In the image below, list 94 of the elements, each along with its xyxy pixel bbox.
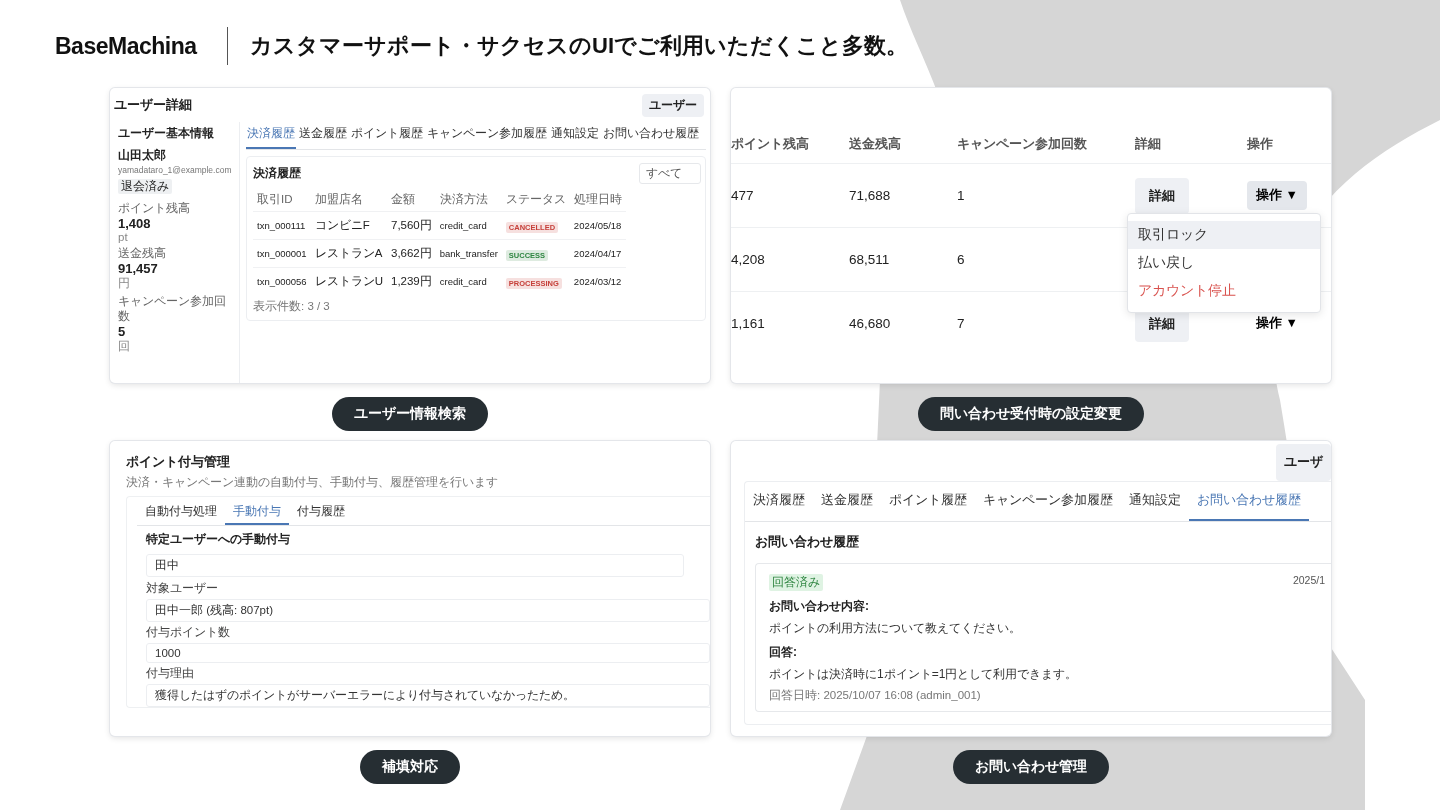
answer-meta: 回答日時: 2025/10/07 16:08 (admin_001) xyxy=(769,688,982,703)
table-cell: 477 xyxy=(731,163,849,228)
column-header: ステータス xyxy=(501,188,570,212)
table-cell: 4,208 xyxy=(731,227,849,292)
slide-title: カスタマーサポート・サクセスのUIでご利用いただくこと多数。 xyxy=(250,32,908,60)
tab[interactable]: 送金履歴 xyxy=(813,482,881,521)
stat-unit: 円 xyxy=(118,276,131,291)
table-cell: credit_card xyxy=(435,211,502,240)
page-subtitle: 決済・キャンペーン連動の自動付与、手動付与、履歴管理を行います xyxy=(126,475,499,490)
table-cell: txn_000111 xyxy=(253,211,311,240)
section-title: ユーザー基本情報 xyxy=(118,126,215,141)
filter-select[interactable]: すべて xyxy=(639,163,701,184)
column-header: 決済方法 xyxy=(435,188,502,212)
stat-value: 1,408 xyxy=(118,216,152,231)
column-header: 加盟店名 xyxy=(310,188,387,212)
column-header: 処理日時 xyxy=(569,188,626,212)
field-label: 付与ポイント数 xyxy=(146,625,231,640)
user-email: yamadataro_1@example.com xyxy=(118,165,233,175)
table-cell: コンビニF xyxy=(310,211,387,240)
column-header: 取引ID xyxy=(253,188,311,212)
field-label: 回答: xyxy=(769,644,798,661)
tab[interactable]: 付与履歴 xyxy=(289,499,353,525)
caption-label: お問い合わせ管理 xyxy=(953,750,1109,784)
user-name: 山田太郎 xyxy=(118,147,167,164)
row-count: 表示件数: 3 / 3 xyxy=(253,299,331,314)
tab[interactable]: 送金履歴 xyxy=(298,122,348,149)
tab[interactable]: 通知設定 xyxy=(550,122,600,149)
input-field[interactable]: 獲得したはずのポイントがサーバーエラーにより付与されていなかったため。 xyxy=(146,684,710,707)
status-badge: 回答済み xyxy=(769,574,823,591)
column-header: ポイント残高 xyxy=(731,130,849,164)
table-cell: 68,511 xyxy=(849,227,957,292)
detail-button[interactable]: 詳細 xyxy=(1135,177,1189,214)
status-badge: 退会済み xyxy=(118,179,172,194)
user-button[interactable]: ユーザ xyxy=(1276,444,1331,481)
column-header: 送金残高 xyxy=(849,130,957,164)
column-header: 詳細 xyxy=(1135,130,1247,164)
tab[interactable]: ポイント履歴 xyxy=(881,482,975,521)
tab[interactable]: ポイント履歴 xyxy=(350,122,424,149)
stat-label: キャンペーン参加回数 xyxy=(118,294,227,324)
tab[interactable]: お問い合わせ履歴 xyxy=(1189,482,1309,521)
table-cell: txn_000001 xyxy=(253,239,311,268)
table-cell: credit_card xyxy=(435,267,502,295)
page-title: ユーザー詳細 xyxy=(114,96,192,114)
stat-value: 5 xyxy=(118,324,127,339)
table-cell: 1,239円 xyxy=(387,267,436,295)
stat-value: 91,457 xyxy=(118,261,159,276)
tab[interactable]: 通知設定 xyxy=(1121,482,1189,521)
section-title: お問い合わせ履歴 xyxy=(755,534,860,551)
stat-unit: 回 xyxy=(118,339,131,354)
table-cell: 71,688 xyxy=(849,163,957,228)
field-label: お問い合わせ内容: xyxy=(769,598,870,615)
table-cell: 2024/05/18 xyxy=(569,211,626,240)
logo: BaseMachina xyxy=(55,32,197,60)
table-cell: txn_000056 xyxy=(253,267,311,295)
tab[interactable]: お問い合わせ履歴 xyxy=(602,122,700,149)
caption-label: ユーザー情報検索 xyxy=(332,397,488,431)
page-title: ポイント付与管理 xyxy=(126,453,231,471)
table-cell: 2024/03/12 xyxy=(569,267,626,295)
inquiry-text: ポイントの利用方法について教えてください。 xyxy=(769,620,1022,637)
column-header: 操作 xyxy=(1247,130,1331,164)
table-cell: 1,161 xyxy=(731,291,849,355)
stat-unit: pt xyxy=(118,231,129,243)
tab[interactable]: 決済履歴 xyxy=(745,482,813,521)
column-header: 金額 xyxy=(387,188,436,212)
section-title: 特定ユーザーへの手動付与 xyxy=(146,531,291,548)
stat-label: 送金残高 xyxy=(118,246,167,261)
table-cell: 2024/04/17 xyxy=(569,239,626,268)
table-cell: bank_transfer xyxy=(435,239,502,268)
stat-label: ポイント残高 xyxy=(118,201,191,216)
table-cell: 46,680 xyxy=(849,291,957,355)
search-field[interactable]: 田中 xyxy=(146,554,684,577)
field-label: 付与理由 xyxy=(146,666,195,681)
table-cell: レストランU xyxy=(310,267,387,295)
caption-label: 補填対応 xyxy=(360,750,460,784)
section-title: 決済履歴 xyxy=(253,166,301,181)
table-cell: 3,662円 xyxy=(387,239,436,268)
answer-text: ポイントは決済時に1ポイント=1円として利用できます。 xyxy=(769,666,1079,683)
column-header: キャンペーン参加回数 xyxy=(957,130,1135,164)
table-cell: 7,560円 xyxy=(387,211,436,240)
caption-label: 問い合わせ受付時の設定変更 xyxy=(918,397,1144,431)
input-field[interactable]: 1000 xyxy=(146,643,710,663)
tab[interactable]: 決済履歴 xyxy=(246,122,296,149)
tab[interactable]: キャンペーン参加履歴 xyxy=(426,122,548,149)
inquiry-date: 2025/1 xyxy=(1292,574,1326,588)
table-cell: レストランA xyxy=(310,239,387,268)
action-dropdown-button[interactable]: 操作 ▼ xyxy=(1247,181,1307,210)
menu-item[interactable]: 取引ロック xyxy=(1128,221,1320,249)
action-dropdown-button[interactable]: 操作 ▼ xyxy=(1247,309,1307,338)
tab[interactable]: 自動付与処理 xyxy=(137,499,225,525)
field-label: 対象ユーザー xyxy=(146,581,219,596)
tab[interactable]: 手動付与 xyxy=(225,499,289,525)
tab[interactable]: キャンペーン参加履歴 xyxy=(975,482,1121,521)
input-field[interactable]: 田中一郎 (残高: 807pt) xyxy=(146,599,710,622)
user-button[interactable]: ユーザー xyxy=(642,93,704,117)
